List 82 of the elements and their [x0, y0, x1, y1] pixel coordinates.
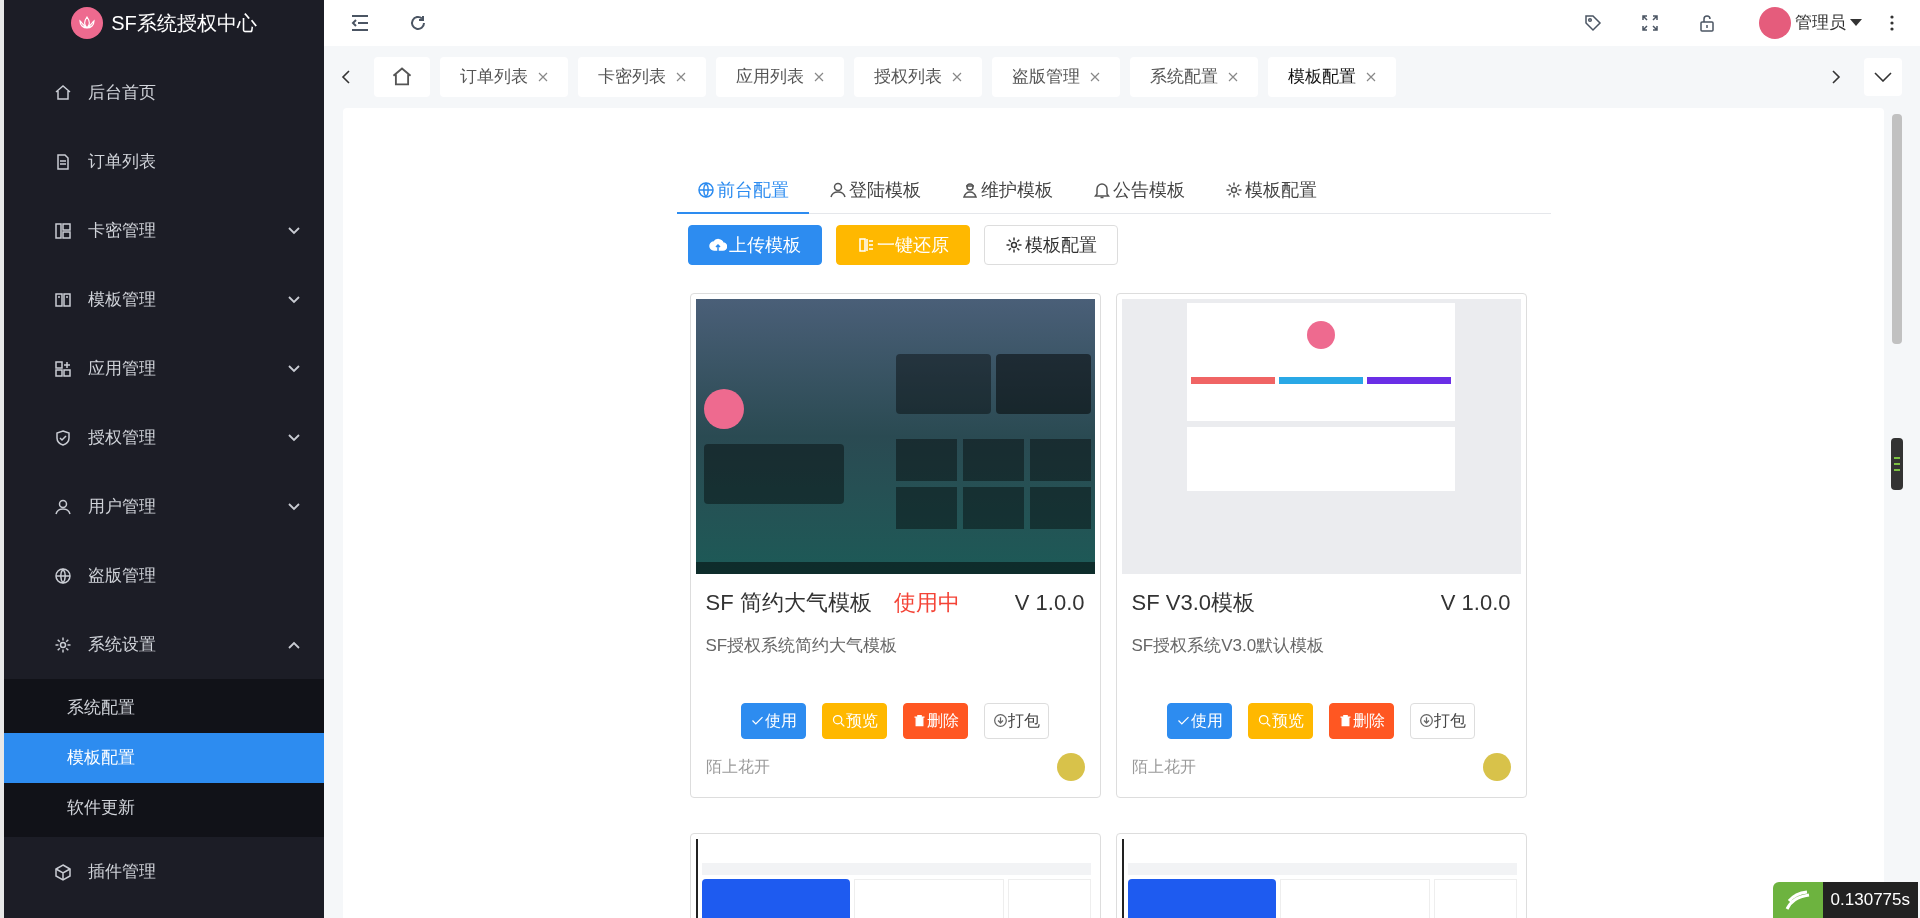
- cloud-upload-icon: [708, 236, 727, 254]
- close-icon[interactable]: [538, 72, 548, 82]
- sidebar-item[interactable]: 订单列表: [4, 127, 324, 196]
- sidebar-item[interactable]: 系统设置: [4, 610, 324, 679]
- user-avatar[interactable]: [1759, 7, 1791, 39]
- lotus-logo-icon: [71, 7, 104, 39]
- close-icon[interactable]: [1228, 72, 1238, 82]
- config-tab[interactable]: 维护模板: [940, 168, 1073, 214]
- home-tab[interactable]: [374, 57, 430, 97]
- page-tab[interactable]: 授权列表: [854, 57, 982, 97]
- search-icon: [831, 713, 846, 728]
- home-icon: [54, 83, 72, 102]
- settings-icon: [1224, 181, 1243, 199]
- status-label: 使用中: [893, 589, 960, 617]
- app-title: SF系统授权中心: [111, 11, 257, 36]
- close-icon[interactable]: [952, 72, 962, 82]
- config-tab[interactable]: 模板配置: [1204, 168, 1337, 214]
- bell-icon: [1092, 181, 1111, 199]
- sidebar-subitem[interactable]: 系统配置: [4, 683, 324, 733]
- template-name: SF V3.0模板: [1131, 589, 1255, 617]
- close-icon[interactable]: [814, 72, 824, 82]
- config-tab[interactable]: 前台配置: [676, 168, 809, 214]
- author-avatar: [1482, 752, 1511, 781]
- config-tab[interactable]: 登陆模板: [808, 168, 941, 214]
- config-tab[interactable]: 公告模板: [1072, 168, 1205, 214]
- book-icon: [54, 290, 72, 309]
- globe-icon: [696, 181, 715, 199]
- cube-icon: [54, 862, 72, 881]
- grid-icon: [54, 221, 72, 240]
- user-icon: [54, 497, 72, 516]
- sidebar-item[interactable]: 模板管理: [4, 265, 324, 334]
- sidebar-item[interactable]: 插件管理: [4, 837, 324, 906]
- download-icon: [1419, 713, 1434, 728]
- author-name: 陌上花开: [705, 756, 770, 777]
- sidebar-item[interactable]: 后台首页: [4, 58, 324, 127]
- home-icon: [391, 66, 413, 88]
- author-avatar: [1056, 752, 1085, 781]
- globe-icon: [54, 566, 72, 585]
- scrollbar-thumb[interactable]: [1891, 114, 1902, 344]
- settings-icon: [1004, 236, 1023, 254]
- action-button[interactable]: 打包: [984, 702, 1049, 739]
- version-label: V 1.0.0: [1440, 589, 1511, 617]
- page-tab[interactable]: 卡密列表: [578, 57, 706, 97]
- sidebar-item[interactable]: 用户管理: [4, 472, 324, 541]
- page-tab[interactable]: 系统配置: [1130, 57, 1258, 97]
- action-button[interactable]: 打包: [1410, 702, 1475, 739]
- page-tab[interactable]: 订单列表: [440, 57, 568, 97]
- toolbar-button[interactable]: 模板配置: [983, 225, 1118, 265]
- trace-timer[interactable]: 0.130775s: [1822, 882, 1918, 918]
- page-tab[interactable]: 应用列表: [716, 57, 844, 97]
- settings-icon: [54, 635, 72, 654]
- apps-icon: [54, 359, 72, 378]
- sidebar-item[interactable]: 授权管理: [4, 403, 324, 472]
- sidebar-subitem[interactable]: 软件更新: [4, 783, 324, 833]
- shield-check-icon: [54, 428, 72, 447]
- sidebar-item[interactable]: 盗版管理: [4, 541, 324, 610]
- page-tab[interactable]: 盗版管理: [992, 57, 1120, 97]
- search-icon: [1257, 713, 1272, 728]
- close-icon[interactable]: [1366, 72, 1376, 82]
- trace-logo-icon[interactable]: [1772, 882, 1823, 918]
- worker-icon: [960, 181, 979, 199]
- trash-icon: [912, 713, 927, 728]
- trash-icon: [1338, 713, 1353, 728]
- template-name: SF 简约大气模板: [705, 589, 872, 617]
- sidebar-item[interactable]: 卡密管理: [4, 196, 324, 265]
- page-tab[interactable]: 模板配置: [1268, 57, 1396, 97]
- side-widget-icon[interactable]: [1890, 438, 1903, 490]
- caret-icon: [1850, 19, 1862, 27]
- version-label: V 1.0.0: [1014, 589, 1085, 617]
- template-description: SF授权系统V3.0默认模板: [1130, 635, 1326, 657]
- user-icon: [828, 181, 847, 199]
- restore-icon: [856, 236, 875, 254]
- template-description: SF授权系统简约大气模板: [704, 635, 899, 657]
- author-name: 陌上花开: [1131, 756, 1196, 777]
- close-icon[interactable]: [1090, 72, 1100, 82]
- close-icon[interactable]: [676, 72, 686, 82]
- tabs-dropdown-button[interactable]: [1864, 58, 1902, 96]
- download-icon: [993, 713, 1008, 728]
- chevron-down-icon: [1874, 72, 1892, 82]
- user-menu[interactable]: 管理员: [1795, 10, 1862, 36]
- sidebar-item[interactable]: 应用管理: [4, 334, 324, 403]
- document-icon: [54, 152, 72, 171]
